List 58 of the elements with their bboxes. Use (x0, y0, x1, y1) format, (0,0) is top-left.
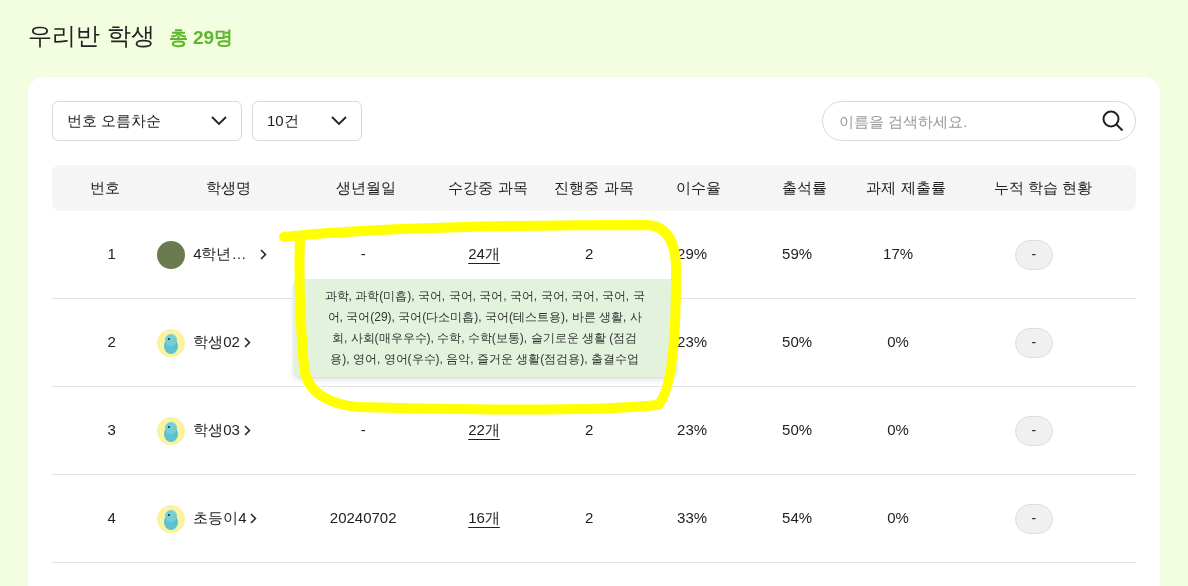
student-name-link[interactable]: 4학년… (193, 243, 268, 266)
course-count-link[interactable]: 24개 (468, 243, 500, 266)
student-name-link[interactable]: 학생02 (193, 331, 251, 354)
attendance-rate: 59% (782, 244, 813, 265)
column-header: 생년월일 (336, 177, 396, 198)
column-header: 진행중 과목 (554, 177, 634, 198)
student-name-link[interactable]: 학생03 (193, 419, 251, 442)
student-name-link[interactable]: 초등이4 (193, 507, 258, 530)
page-size-dropdown[interactable]: 10건 (252, 101, 362, 141)
search-field[interactable]: 이름을 검색하세요. (822, 101, 1136, 141)
page-title: 우리반 학생 (28, 21, 155, 51)
chevron-right-icon (243, 337, 251, 348)
chevron-right-icon (243, 425, 251, 436)
chevron-down-icon (331, 116, 347, 126)
sort-dropdown[interactable]: 번호 오름차순 (52, 101, 242, 141)
course-count-link[interactable]: 22개 (468, 419, 500, 442)
ongoing-count: 2 (584, 508, 594, 529)
chevron-right-icon (250, 513, 258, 524)
photo-placeholder (157, 240, 186, 269)
birthdate: 20240702 (329, 508, 397, 529)
attendance-rate: 54% (782, 508, 813, 529)
completion-rate: 33% (677, 508, 708, 529)
row-number: 4 (107, 508, 116, 529)
column-header: 이수율 (675, 177, 721, 198)
bird-avatar-icon (157, 504, 186, 533)
attendance-rate: 50% (782, 332, 813, 353)
birthdate: - (360, 420, 366, 441)
history-button[interactable]: - (1014, 239, 1053, 270)
history-button[interactable]: - (1014, 327, 1053, 358)
submission-rate: 0% (887, 420, 909, 441)
search-icon[interactable] (1102, 110, 1124, 132)
chevron-right-icon (260, 249, 268, 260)
column-header: 학생명 (205, 177, 251, 198)
total-count: 총 29명 (168, 26, 234, 50)
ongoing-count: 2 (584, 420, 594, 441)
submission-rate: 0% (887, 508, 909, 529)
attendance-rate: 50% (782, 420, 813, 441)
column-header: 출석률 (781, 177, 827, 198)
course-count-link[interactable]: 16개 (468, 507, 500, 530)
bird-avatar-icon (157, 328, 186, 357)
history-button[interactable]: - (1014, 503, 1053, 534)
column-header: 번호 (90, 177, 120, 198)
column-header: 누적 학습 현황 (993, 177, 1093, 198)
birthdate: - (360, 244, 366, 265)
ongoing-count: 2 (584, 244, 594, 265)
column-header: 수강중 과목 (448, 177, 528, 198)
completion-rate: 23% (677, 332, 708, 353)
bird-avatar-icon (157, 416, 186, 445)
row-number: 1 (107, 244, 116, 265)
history-button[interactable]: - (1014, 415, 1053, 446)
row-number: 3 (107, 420, 116, 441)
column-header: 과제 제출률 (866, 177, 946, 198)
course-list-tooltip: 과학, 과학(미흡), 국어, 국어, 국어, 국어, 국어, 국어, 국어, 국어, 국어(29), 국어(다소미흡), 국어(테스트용), 바른 생활, 사회, 사회(매우우수), 수학, 수학(보통), 슬기로운 생활 (점검용), 영어, 영어(우수), 음악, 즐거운 생활(점검용), 출결수업 (292, 279, 677, 378)
completion-rate: 23% (677, 420, 708, 441)
row-number: 2 (107, 332, 116, 353)
submission-rate: 17% (883, 244, 914, 265)
chevron-down-icon (211, 116, 227, 126)
submission-rate: 0% (887, 332, 909, 353)
